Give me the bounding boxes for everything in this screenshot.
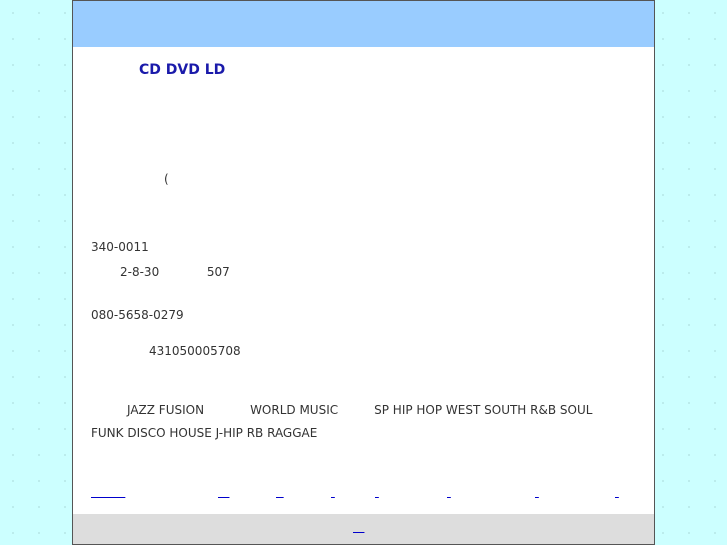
footer-bar xyxy=(73,514,654,544)
nav-link-6[interactable] xyxy=(447,485,451,499)
nav-link-4[interactable] xyxy=(331,485,335,499)
page-title: CD DVD LD xyxy=(139,62,226,78)
nav-link-2[interactable] xyxy=(218,485,229,499)
nav-links xyxy=(91,485,651,501)
address: 2-8-30 507 xyxy=(120,265,230,279)
postal-code: 340-0011 xyxy=(91,240,149,254)
license-number: 431050005708 xyxy=(149,344,241,358)
nav-link-8[interactable] xyxy=(615,485,619,499)
paren-text: ( xyxy=(164,172,169,186)
genre-jazz-fusion: JAZZ FUSION xyxy=(127,403,205,417)
genre-world-music: WORLD MUSIC xyxy=(250,403,339,417)
page-container: CD DVD LD ( 340-0011 2-8-30 507 080-5658… xyxy=(72,0,655,545)
footer-link[interactable] xyxy=(353,520,364,534)
nav-link-3[interactable] xyxy=(276,485,284,499)
phone-number: 080-5658-0279 xyxy=(91,308,184,322)
genre-line-1: JAZZ FUSION WORLD MUSIC SP HIP HOP WEST SO… xyxy=(91,399,631,422)
nav-link-5[interactable] xyxy=(375,485,379,499)
nav-link-7[interactable] xyxy=(535,485,539,499)
genre-list: JAZZ FUSION WORLD MUSIC SP HIP HOP WEST SO… xyxy=(91,399,631,445)
header-bar xyxy=(73,1,654,47)
nav-link-1[interactable] xyxy=(91,485,125,499)
genre-line-2: FUNK DISCO HOUSE J-HIP RB RAGGAE xyxy=(91,426,318,440)
genre-hiphop-soul: SP HIP HOP WEST SOUTH R&B SOUL xyxy=(374,403,593,417)
